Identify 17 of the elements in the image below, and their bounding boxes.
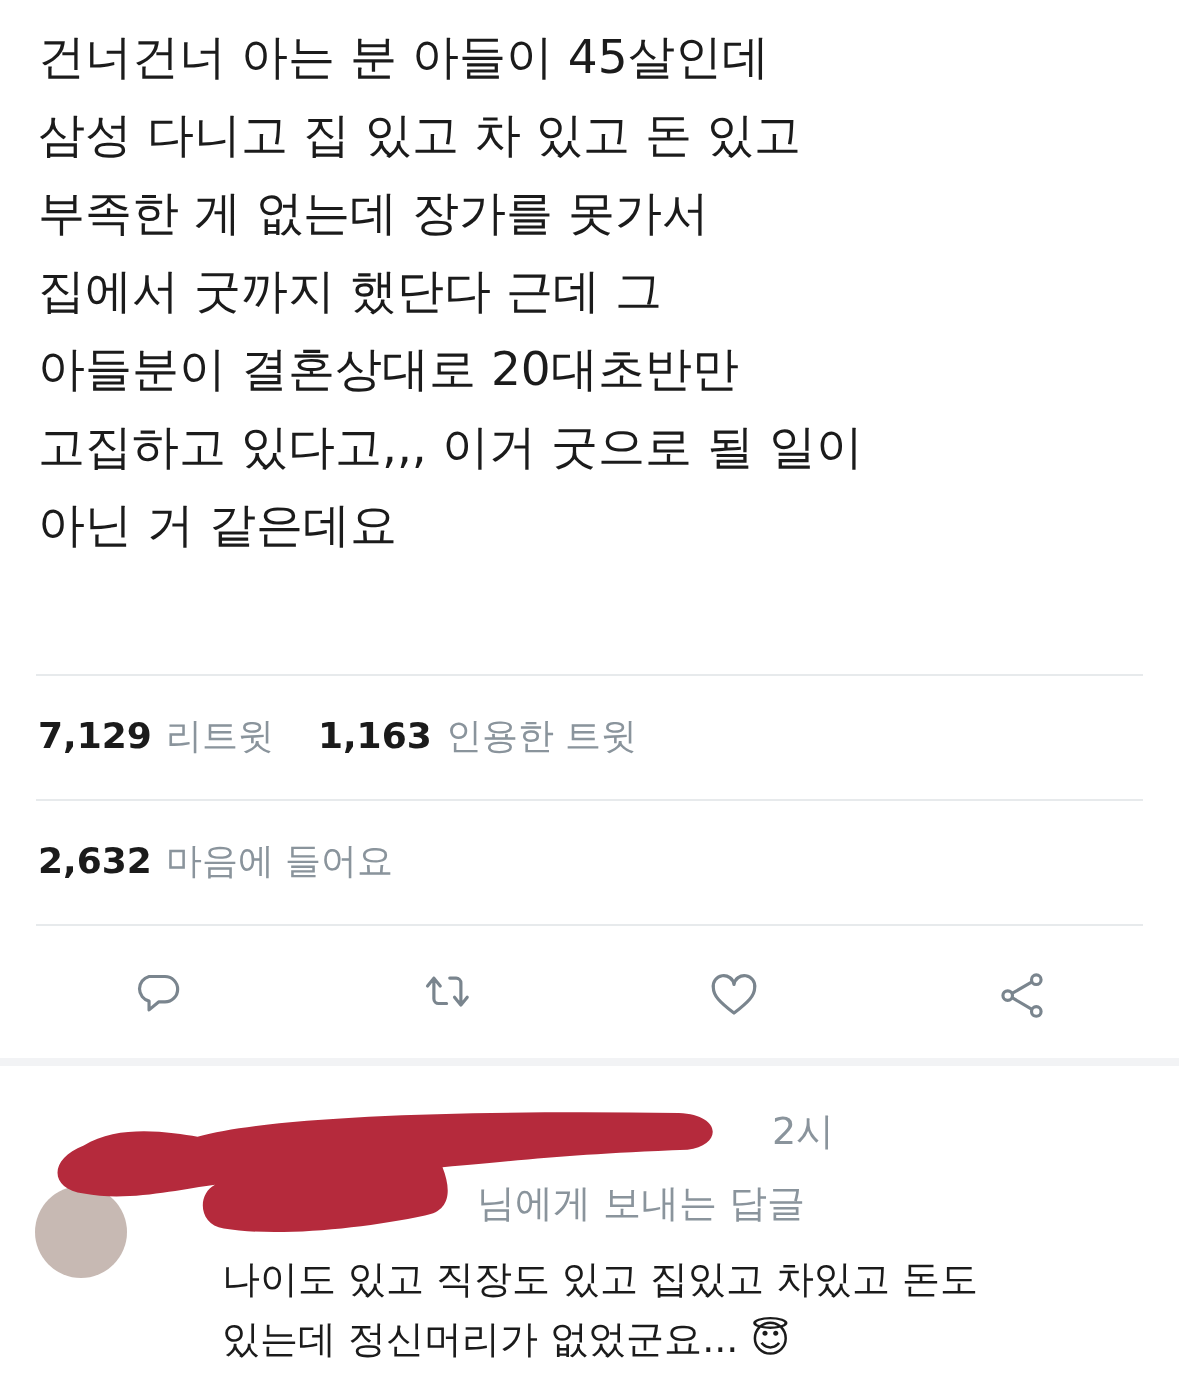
reply-text-line: 나이도 있고 직장도 있고 집있고 차있고 돈도 [222, 1256, 979, 1303]
stat-count: 7,129 [38, 715, 152, 756]
tweet-text-line: 아닌 거 같은데요 [38, 496, 398, 554]
stat-label[interactable]: 인용한 트윗 [445, 712, 638, 761]
tweet-text-line: 건너건너 아는 분 아들이 45살인데 [38, 28, 770, 86]
tweet-text-line: 집에서 굿까지 했단다 근데 그 [38, 262, 663, 320]
stat-count: 2,632 [38, 840, 152, 881]
stat-label[interactable]: 리트윗 [165, 712, 274, 761]
stat-count: 1,163 [317, 715, 432, 756]
tweet-text-line: 부족한 게 없는데 장가를 못가서 [38, 184, 710, 242]
reply-time: 2시 [771, 1108, 836, 1155]
stat-label[interactable]: 마음에 들어요 [165, 837, 394, 886]
tweet-text-line: 삼성 다니고 집 있고 차 있고 돈 있고 [38, 106, 802, 164]
reply-text-line: 있는데 정신머리가 없었군요... 😇 [222, 1316, 792, 1363]
tweet-text-line: 아들분이 결혼상대로 20대초반만 [38, 340, 740, 398]
tweet-text-line: 고집하고 있다고,,, 이거 굿으로 될 일이 [38, 418, 864, 476]
replying-to-label: 님에게 보내는 답글 [476, 1180, 807, 1227]
